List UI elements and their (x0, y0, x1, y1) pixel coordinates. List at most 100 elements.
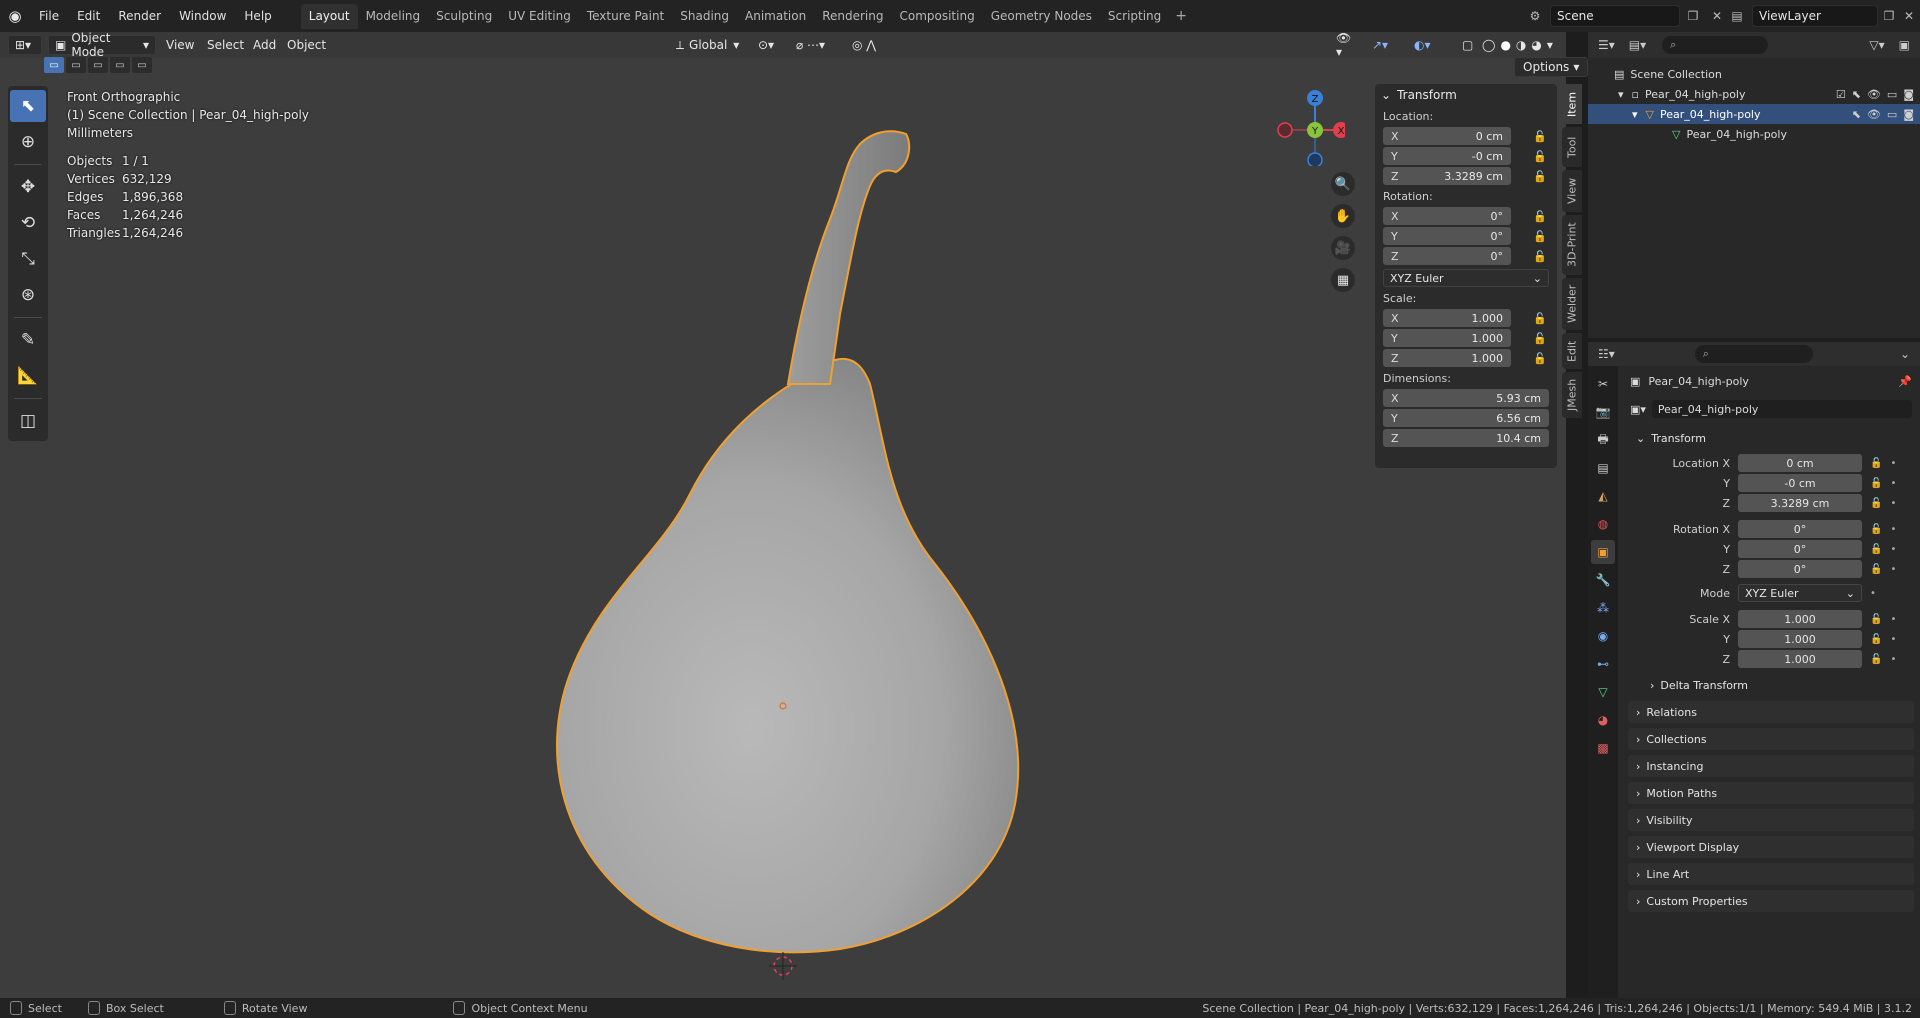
measure-tool-icon[interactable]: 📐 (10, 360, 46, 392)
3d-viewport[interactable]: ⊞▾ ▣ Object Mode ▾ View Select Add Object … (0, 31, 1589, 998)
location-y-field[interactable]: Y -0 cm (1383, 147, 1511, 165)
datablock-browse-icon[interactable]: ▣▾ (1630, 403, 1646, 416)
keyframe-dot-icon[interactable]: • (1890, 544, 1896, 555)
transform-tool-icon[interactable]: ⊛ (10, 279, 46, 311)
outliner-row-mesh-data[interactable]: ▽ Pear_04_high-poly (1588, 124, 1920, 144)
select-invert-icon[interactable]: ▭ (110, 57, 130, 73)
outliner-editor-icon[interactable]: ☰▾ (1598, 38, 1615, 52)
delete-view-layer-icon[interactable]: ✕ (1898, 5, 1920, 27)
location-z-field[interactable]: Z 3.3289 cm (1383, 167, 1511, 185)
rendered-shading-icon[interactable]: ◕ (1531, 38, 1541, 52)
prop-field[interactable]: 1.000 (1738, 630, 1862, 648)
editor-type-dropdown[interactable]: ⊞▾ (8, 35, 42, 55)
menu-file[interactable]: File (30, 9, 68, 23)
scene-browse-icon[interactable]: ⚙ (1524, 5, 1546, 27)
neg-x-axis-icon[interactable] (1277, 122, 1293, 138)
dimension-x-field[interactable]: X 5.93 cm (1383, 389, 1549, 407)
tab-uv-editing[interactable]: UV Editing (500, 4, 579, 29)
pan-hand-icon[interactable]: ✋ (1331, 204, 1355, 228)
tab-layout[interactable]: Layout (300, 3, 358, 29)
xray-toggle[interactable]: ▢ (1456, 35, 1473, 55)
keyframe-dot-icon[interactable]: • (1890, 524, 1896, 535)
select-intersect-icon[interactable]: ▭ (132, 57, 152, 73)
viewport-menu-object[interactable]: Object (287, 35, 326, 55)
rotation-z-field[interactable]: Z 0° (1383, 247, 1511, 265)
viewport-menu-add[interactable]: Add (253, 35, 276, 55)
view-layer-icon[interactable]: ▤ (1726, 5, 1748, 27)
eye-icon[interactable]: 👁 (1867, 88, 1881, 101)
lock-icon[interactable]: 🔓 (1870, 524, 1882, 535)
section-visibility[interactable]: › Visibility (1628, 809, 1914, 831)
scale-y-field[interactable]: Y 1.000 (1383, 329, 1511, 347)
tab-shading[interactable]: Shading (672, 4, 737, 29)
solid-shading-icon[interactable]: ● (1500, 38, 1510, 52)
outliner-search-input[interactable]: ⌕ (1662, 36, 1769, 54)
new-scene-icon[interactable]: ❐ (1682, 5, 1704, 27)
keyframe-dot-icon[interactable]: • (1890, 458, 1896, 469)
lock-icon[interactable]: 🔓 (1531, 247, 1549, 265)
gizmo-toggle[interactable]: ↗▾ (1366, 35, 1400, 55)
prop-field[interactable]: 3.3289 cm (1738, 494, 1862, 512)
section-motion-paths[interactable]: › Motion Paths (1628, 782, 1914, 804)
navigation-gizmo[interactable]: Z X Y (1275, 86, 1345, 166)
object-tab-icon[interactable]: ▣ (1591, 540, 1615, 564)
mode-dropdown[interactable]: ▣ Object Mode ▾ (48, 31, 156, 59)
prop-field[interactable]: -0 cm (1738, 474, 1862, 492)
rotation-x-field[interactable]: X 0° (1383, 207, 1511, 225)
dimension-z-field[interactable]: Z 10.4 cm (1383, 429, 1549, 447)
sidebar-tab-edit[interactable]: Edit (1562, 333, 1582, 369)
material-shading-icon[interactable]: ◑ (1516, 38, 1526, 52)
keyframe-dot-icon[interactable]: • (1890, 634, 1896, 645)
tab-rendering[interactable]: Rendering (814, 4, 891, 29)
lock-icon[interactable]: 🔓 (1531, 329, 1549, 347)
scale-x-field[interactable]: X 1.000 (1383, 309, 1511, 327)
sidebar-tab-item[interactable]: Item (1562, 84, 1582, 124)
outliner-row-object[interactable]: ▾ ▽ Pear_04_high-poly ⬉ 👁 ▭ ◙ (1588, 104, 1920, 124)
lock-icon[interactable]: 🔓 (1531, 147, 1549, 165)
scale-z-field[interactable]: Z 1.000 (1383, 349, 1511, 367)
sidebar-tab-view[interactable]: View (1562, 170, 1582, 212)
section-collections[interactable]: › Collections (1628, 728, 1914, 750)
delta-transform-section[interactable]: › Delta Transform (1642, 674, 1914, 696)
camera-icon[interactable]: 🎥 (1331, 236, 1355, 260)
select-subtract-icon[interactable]: ▭ (88, 57, 108, 73)
menu-help[interactable]: Help (235, 9, 280, 23)
move-tool-icon[interactable]: ✥ (10, 171, 46, 203)
select-new-icon[interactable]: ▭ (44, 57, 64, 73)
lock-icon[interactable]: 🔓 (1870, 498, 1882, 509)
prop-field[interactable]: 0° (1738, 520, 1862, 538)
pear-mesh-object[interactable] (540, 114, 1060, 994)
particles-tab-icon[interactable]: ⁂ (1591, 596, 1615, 620)
new-view-layer-icon[interactable]: ❐ (1878, 5, 1900, 27)
keyframe-dot-icon[interactable]: • (1890, 564, 1896, 575)
chevron-down-icon[interactable]: ▾ (1547, 38, 1553, 52)
monitor-icon[interactable]: ▭ (1887, 88, 1897, 101)
select-arrow-icon[interactable]: ⬉ (1852, 88, 1861, 101)
visibility-dropdown[interactable]: 👁▾ (1330, 31, 1360, 59)
location-x-field[interactable]: X 0 cm (1383, 127, 1511, 145)
section-relations[interactable]: › Relations (1628, 701, 1914, 723)
rotation-mode-dropdown[interactable]: XYZ Euler ⌄ (1383, 269, 1549, 287)
lock-icon[interactable]: 🔓 (1870, 654, 1882, 665)
chevron-down-icon[interactable]: ▾ (1632, 108, 1638, 121)
tab-geometry-nodes[interactable]: Geometry Nodes (983, 4, 1100, 29)
pivot-dropdown[interactable]: ⊙▾ (752, 35, 788, 55)
grid-icon[interactable]: ▦ (1331, 268, 1355, 292)
lock-icon[interactable]: 🔓 (1870, 614, 1882, 625)
keyframe-dot-icon[interactable]: • (1870, 588, 1876, 599)
zoom-icon[interactable]: 🔍 (1331, 172, 1355, 196)
select-box-tool-icon[interactable]: ⬉ (10, 90, 46, 122)
scale-tool-icon[interactable]: ⤡ (10, 243, 46, 275)
lock-icon[interactable]: 🔓 (1870, 634, 1882, 645)
texture-tab-icon[interactable]: ▩ (1591, 736, 1615, 760)
orientation-dropdown[interactable]: ⟂ Global ▾ (670, 35, 746, 55)
scene-tab-icon[interactable]: ◭ (1591, 484, 1615, 508)
lock-icon[interactable]: 🔓 (1531, 309, 1549, 327)
tool-tab-icon[interactable]: ✂ (1591, 372, 1615, 396)
add-workspace-icon[interactable]: + (1169, 8, 1193, 24)
tab-modeling[interactable]: Modeling (358, 4, 429, 29)
lock-icon[interactable]: 🔓 (1531, 167, 1549, 185)
modifier-tab-icon[interactable]: 🔧 (1591, 568, 1615, 592)
dimension-y-field[interactable]: Y 6.56 cm (1383, 409, 1549, 427)
properties-editor-icon[interactable]: ☷▾ (1598, 347, 1615, 361)
